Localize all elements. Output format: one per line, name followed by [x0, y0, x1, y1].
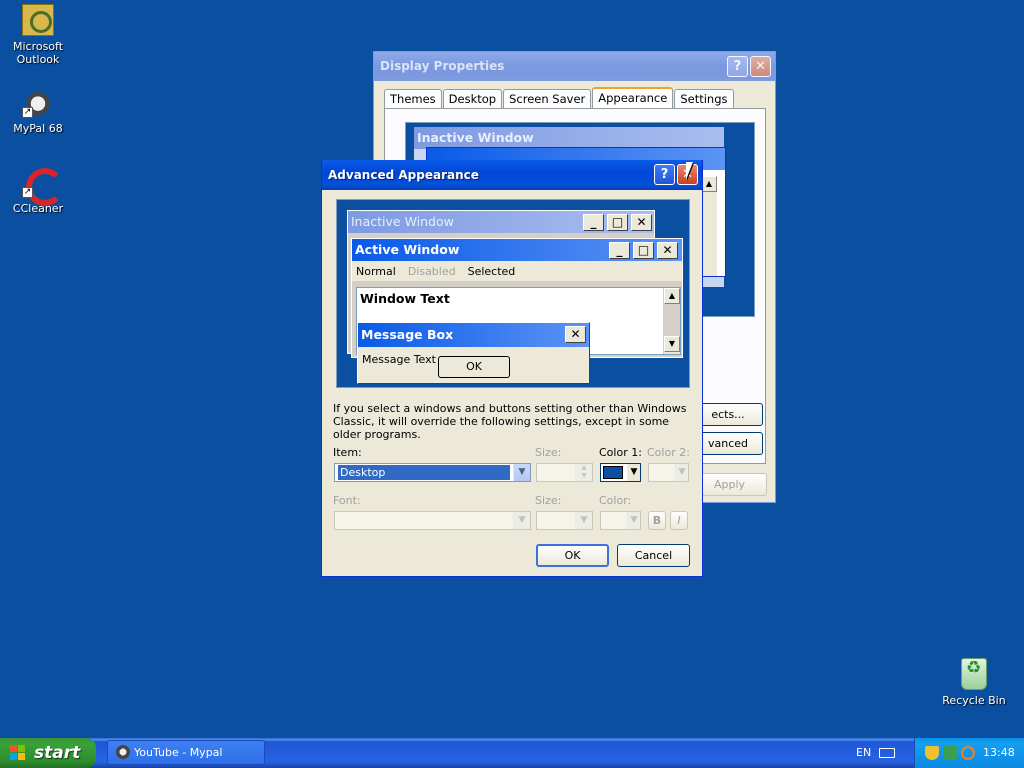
scroll-up-icon: ▲ [701, 176, 717, 192]
language-indicator[interactable]: EN [856, 746, 871, 759]
tab-themes[interactable]: Themes [384, 89, 442, 109]
help-button[interactable]: ? [727, 56, 748, 77]
menu-disabled: Disabled [407, 264, 456, 278]
preview-message-box: Message Box ✕ Message Text OK [357, 322, 590, 384]
tab-screen-saver[interactable]: Screen Saver [503, 89, 592, 109]
font-dropdown[interactable]: ▼ [334, 511, 531, 530]
desktop-icon-recycle-bin[interactable]: Recycle Bin [936, 658, 1012, 707]
message-text: Message Text [362, 353, 436, 366]
search-icon[interactable] [961, 746, 975, 760]
color1-label: Color 1: [599, 446, 642, 459]
font-label: Font: [333, 494, 361, 507]
desktop-icon-outlook[interactable]: Microsoft Outlook [0, 4, 76, 66]
windows-logo-icon [10, 745, 27, 761]
taskbar-item-youtube-mypal[interactable]: YouTube - Mypal [107, 740, 265, 765]
font-color-picker[interactable]: ▼ [600, 511, 641, 530]
dialog-title: Advanced Appearance [328, 168, 479, 182]
outlook-icon [22, 4, 54, 36]
item-selected-value: Desktop [338, 465, 510, 480]
taskbar: start YouTube - Mypal EN 13:48 [0, 738, 1024, 768]
menu-normal: Normal [356, 264, 396, 278]
close-icon: ✕ [657, 242, 678, 259]
help-button[interactable]: ? [654, 164, 675, 185]
chevron-down-icon: ▼ [575, 512, 592, 529]
chevron-down-icon: ▼ [513, 512, 530, 529]
desktop-icon-label: Microsoft Outlook [12, 40, 64, 66]
maximize-icon: □ [607, 214, 628, 231]
window-title: Display Properties [380, 59, 505, 73]
chevron-down-icon: ▼ [627, 464, 640, 481]
scroll-track [664, 304, 680, 336]
advanced-button[interactable]: vanced [693, 432, 763, 455]
keyboard-icon[interactable] [879, 748, 895, 758]
preview-menu-bar: Normal Disabled Selected [352, 261, 682, 281]
ok-button[interactable]: OK [536, 544, 609, 567]
advanced-appearance-dialog: Advanced Appearance ? ✕ Inactive Window … [321, 160, 703, 577]
shortcut-arrow-icon: ↗ [22, 107, 33, 118]
scroll-up-icon: ▲ [664, 288, 680, 304]
mouse-cursor-icon [686, 162, 693, 180]
tab-settings[interactable]: Settings [674, 89, 734, 109]
minimize-icon: _ [609, 242, 630, 259]
item-dropdown[interactable]: Desktop ▼ [334, 463, 531, 482]
network-icon[interactable] [943, 746, 957, 760]
close-icon: ✕ [631, 214, 652, 231]
spinner-arrows-icon: ▲ ▼ [575, 464, 592, 481]
minimize-icon: _ [583, 214, 604, 231]
raccoon-icon: ↗ [22, 86, 54, 118]
desktop-icon-label: MyPal 68 [13, 122, 63, 135]
color2-label: Color 2: [647, 446, 690, 459]
tab-appearance[interactable]: Appearance [592, 87, 674, 109]
menu-selected: Selected [467, 264, 516, 278]
recycle-bin-icon [961, 658, 987, 690]
desktop-icon-label: Recycle Bin [942, 694, 1006, 707]
desktop-icon-mypal[interactable]: ↗ MyPal 68 [0, 86, 76, 135]
apply-button[interactable]: Apply [692, 473, 767, 496]
maximize-icon: □ [633, 242, 654, 259]
close-icon: ✕ [565, 326, 586, 343]
size-label: Size: [535, 446, 562, 459]
preview-scrollbar: ▲ ▼ [663, 288, 680, 354]
message-box-ok-button: OK [438, 356, 510, 378]
effects-button[interactable]: ects... [693, 403, 763, 426]
dialog-titlebar[interactable]: Advanced Appearance ? ✕ [322, 160, 702, 190]
italic-button[interactable]: I [670, 511, 688, 530]
raccoon-icon [116, 745, 130, 759]
ccleaner-icon: ↗ [22, 166, 64, 206]
appearance-preview[interactable]: Inactive Window _ □ ✕ Active Window _ □ … [336, 199, 690, 388]
start-label: start [34, 743, 81, 763]
desktop-icon-ccleaner[interactable]: ↗ CCleaner [0, 166, 76, 215]
color2-picker[interactable]: ▼ [648, 463, 689, 482]
preview-inactive-title: Inactive Window _ □ ✕ [348, 211, 654, 233]
system-tray: 13:48 [914, 738, 1024, 768]
clock[interactable]: 13:48 [983, 746, 1015, 759]
tab-strip: Themes Desktop Screen Saver Appearance S… [384, 87, 735, 109]
preview-inactive-title: Inactive Window [414, 127, 724, 149]
item-label: Item: [333, 446, 362, 459]
size-spinner[interactable]: ▲ ▼ [536, 463, 593, 482]
bold-button[interactable]: B [648, 511, 666, 530]
close-button[interactable]: ✕ [750, 56, 771, 77]
chevron-down-icon: ▼ [675, 464, 688, 481]
color1-swatch [603, 466, 623, 479]
scroll-down-icon: ▼ [664, 336, 680, 352]
chevron-down-icon: ▼ [513, 464, 530, 481]
override-info-text: If you select a windows and buttons sett… [333, 402, 687, 441]
shortcut-arrow-icon: ↗ [22, 187, 33, 198]
font-color-label: Color: [599, 494, 632, 507]
security-shield-icon[interactable] [925, 746, 939, 760]
tab-desktop[interactable]: Desktop [442, 89, 503, 109]
taskbar-item-label: YouTube - Mypal [134, 746, 223, 759]
message-box-title: Message Box ✕ [358, 323, 589, 347]
preview-active-title: Active Window _ □ ✕ [352, 239, 682, 261]
window-titlebar[interactable]: Display Properties ? ✕ [374, 52, 775, 81]
start-button[interactable]: start [0, 738, 96, 768]
font-size-dropdown[interactable]: ▼ [536, 511, 593, 530]
chevron-down-icon: ▼ [627, 512, 640, 529]
color1-picker[interactable]: ▼ [600, 463, 641, 482]
cancel-button[interactable]: Cancel [617, 544, 690, 567]
window-text: Window Text [360, 291, 450, 306]
font-size-label: Size: [535, 494, 562, 507]
